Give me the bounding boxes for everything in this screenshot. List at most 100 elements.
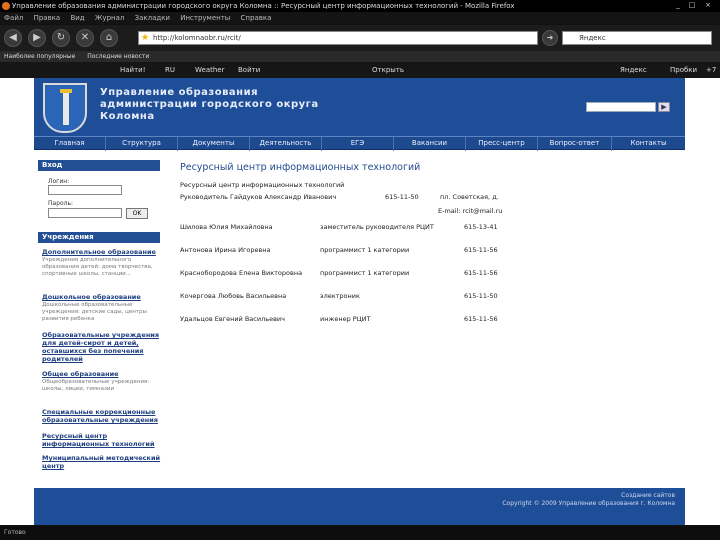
- toolbar-traffic-button[interactable]: Пробки: [670, 62, 697, 78]
- status-text: Готово: [4, 529, 26, 536]
- firefox-icon: [2, 2, 10, 10]
- menu-view[interactable]: Вид: [66, 12, 88, 24]
- toolbar-weather-button[interactable]: Weather: [195, 62, 224, 78]
- page-margin-right: [685, 78, 720, 525]
- menu-bookmarks[interactable]: Закладки: [131, 12, 174, 24]
- maximize-button[interactable]: □: [686, 1, 698, 10]
- go-icon[interactable]: ➜: [542, 30, 558, 46]
- reload-icon[interactable]: ↻: [52, 29, 70, 47]
- menu-edit[interactable]: Правка: [30, 12, 65, 24]
- staff-role: программист 1 категории: [320, 269, 410, 277]
- nav-qa[interactable]: Вопрос-ответ: [538, 137, 612, 151]
- nav-press-center[interactable]: Пресс-центр: [466, 137, 538, 151]
- link-preschool-education[interactable]: Дошкольное образование: [42, 293, 162, 301]
- site-search-button[interactable]: ▶: [658, 102, 670, 112]
- staff-name: Антонова Ирина Игоревна: [180, 246, 271, 254]
- link-general-education[interactable]: Общее образование: [42, 370, 162, 378]
- password-label: Пароль:: [48, 200, 74, 207]
- desc-preschool-education: Дошкольные образовательные учреждения: д…: [42, 302, 147, 322]
- site-header: Управление образования администрации гор…: [34, 78, 685, 136]
- addon-toolbar: Найти! RU Weather Войти Открыть Яндекс П…: [0, 62, 720, 78]
- toolbar-open-button[interactable]: Открыть: [372, 62, 404, 78]
- link-resource-center[interactable]: Ресурсный центр информационных технологи…: [42, 432, 162, 448]
- forward-icon[interactable]: ▶: [28, 29, 46, 47]
- page-viewport: Управление образования администрации гор…: [0, 78, 720, 525]
- home-icon[interactable]: ⌂: [100, 29, 118, 47]
- menu-history[interactable]: Журнал: [91, 12, 128, 24]
- site-title-line-3: Коломна: [100, 111, 155, 122]
- site-search-input[interactable]: [586, 102, 656, 112]
- search-box[interactable]: Яндекс: [562, 31, 712, 45]
- main-navigation: Главная Структура Документы Деятельность…: [34, 136, 685, 151]
- nav-activity[interactable]: Деятельность: [250, 137, 322, 151]
- staff-name: Кочергова Любовь Васильевна: [180, 292, 287, 300]
- staff-name: Удальцов Евгений Васильевич: [180, 315, 285, 323]
- nav-ege[interactable]: ЕГЭ: [322, 137, 394, 151]
- stop-icon[interactable]: ✕: [76, 29, 94, 47]
- nav-documents[interactable]: Документы: [178, 137, 250, 151]
- director-name: Руководитель Гайдуков Александр Иванович: [180, 193, 337, 201]
- institutions-heading: Учреждения: [38, 232, 160, 243]
- menu-file[interactable]: Файл: [0, 12, 27, 24]
- password-input[interactable]: [48, 208, 122, 218]
- site-title: Управление образования администрации гор…: [100, 87, 320, 123]
- site-footer: Создание сайтов Copyright © 2009 Управле…: [34, 488, 685, 525]
- desc-general-education: Общеобразовательные учреждения: школы, л…: [42, 379, 150, 392]
- nav-contacts[interactable]: Контакты: [612, 137, 685, 151]
- title-bar: Управление образования администрации гор…: [0, 0, 720, 12]
- login-label: Логин:: [48, 178, 70, 185]
- toolbar-find-button[interactable]: Найти!: [120, 62, 146, 78]
- minimize-button[interactable]: _: [672, 1, 684, 10]
- close-button[interactable]: ×: [702, 1, 714, 10]
- site-title-line-1: Управление образования: [100, 87, 258, 98]
- page-heading: Ресурсный центр информационных технологи…: [180, 162, 421, 173]
- staff-role: программист 1 категории: [320, 246, 410, 254]
- nav-vacancies[interactable]: Вакансии: [394, 137, 466, 151]
- toolbar-yandex-button[interactable]: Яндекс: [620, 62, 647, 78]
- director-address: пл. Советская, д.: [440, 193, 499, 201]
- footer-created-by[interactable]: Создание сайтов: [621, 492, 675, 499]
- nav-structure[interactable]: Структура: [106, 137, 178, 151]
- address-bar[interactable]: ★ http://kolomnaobr.ru/rcit/: [138, 31, 538, 45]
- address-url: http://kolomnaobr.ru/rcit/: [153, 34, 241, 42]
- bookmark-star-icon[interactable]: ★: [141, 32, 149, 44]
- crest-crown: [60, 89, 72, 93]
- staff-role: инженер РЦИТ: [320, 315, 371, 323]
- site-title-line-2: администрации городского округа: [100, 99, 319, 110]
- nav-home[interactable]: Главная: [34, 137, 106, 151]
- login-heading: Вход: [38, 160, 160, 171]
- toolbar-temperature: +7: [706, 66, 717, 74]
- staff-role: электроник: [320, 292, 360, 300]
- search-placeholder: Яндекс: [579, 34, 606, 42]
- menu-tools[interactable]: Инструменты: [176, 12, 234, 24]
- link-orphan-institutions[interactable]: Образовательные учреждения для детей-сир…: [42, 331, 162, 363]
- content-subheading: Ресурсный центр информационных технологи…: [180, 181, 345, 189]
- toolbar-ru-button[interactable]: RU: [165, 62, 175, 78]
- link-methodical-center[interactable]: Муниципальный методический центр: [42, 454, 162, 470]
- back-icon[interactable]: ◀: [4, 29, 22, 47]
- kolomna-crest-logo: [43, 83, 87, 133]
- contact-email: E-mail: rcit@mail.ru: [438, 207, 503, 215]
- navigation-toolbar: ◀ ▶ ↻ ✕ ⌂ ★ http://kolomnaobr.ru/rcit/ ➜…: [0, 25, 720, 51]
- staff-role: заместитель руководителя РЦИТ: [320, 223, 434, 231]
- staff-name: Краснобородова Елена Викторовна: [180, 269, 303, 277]
- staff-phone: 615-11-56: [464, 246, 498, 254]
- desc-additional-education: Учреждения дополнительного образования д…: [42, 257, 153, 277]
- web-page: Управление образования администрации гор…: [34, 78, 685, 525]
- bookmarks-toolbar: Наиболее популярные Последние новости: [0, 51, 720, 62]
- status-bar: Готово: [0, 526, 720, 540]
- bookmark-latest-headlines[interactable]: Последние новости: [87, 53, 149, 60]
- staff-phone: 615-11-56: [464, 315, 498, 323]
- login-input[interactable]: [48, 185, 122, 195]
- menu-help[interactable]: Справка: [237, 12, 276, 24]
- footer-copyright: Copyright © 2009 Управление образования …: [502, 500, 675, 507]
- toolbar-login-button[interactable]: Войти: [238, 62, 260, 78]
- window-title: Управление образования администрации гор…: [12, 2, 515, 10]
- menu-bar: Файл Правка Вид Журнал Закладки Инструме…: [0, 12, 720, 24]
- link-additional-education[interactable]: Дополнительное образование: [42, 248, 162, 256]
- bookmark-most-visited[interactable]: Наиболее популярные: [4, 53, 75, 60]
- link-special-correction[interactable]: Специальные коррекционные образовательны…: [42, 408, 162, 424]
- director-phone: 615-11-50: [385, 193, 419, 201]
- staff-phone: 615-13-41: [464, 223, 498, 231]
- login-ok-button[interactable]: OK: [126, 208, 148, 219]
